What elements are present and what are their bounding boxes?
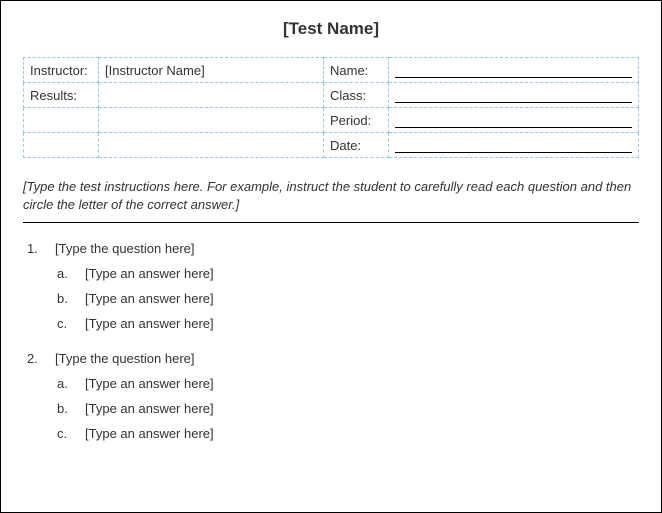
empty-cell	[24, 108, 99, 133]
answer-letter: c.	[57, 426, 85, 441]
empty-cell	[24, 133, 99, 158]
question-number: 2.	[27, 351, 55, 366]
period-label: Period:	[324, 108, 389, 133]
answer-text[interactable]: [Type an answer here]	[85, 401, 214, 416]
answer-letter: c.	[57, 316, 85, 331]
class-field[interactable]	[389, 83, 639, 108]
instructor-label: Instructor:	[24, 58, 99, 83]
answer-letter: a.	[57, 376, 85, 391]
question-text[interactable]: [Type the question here]	[55, 351, 639, 366]
class-label: Class:	[324, 83, 389, 108]
answer-text[interactable]: [Type an answer here]	[85, 316, 214, 331]
empty-cell	[99, 108, 324, 133]
question-number: 1.	[27, 241, 55, 256]
results-value[interactable]	[99, 83, 324, 108]
answer-letter: a.	[57, 266, 85, 281]
results-label: Results:	[24, 83, 99, 108]
answer-text[interactable]: [Type an answer here]	[85, 266, 214, 281]
answer-text[interactable]: [Type an answer here]	[85, 291, 214, 306]
question-block: 1. [Type the question here] a. [Type an …	[27, 241, 639, 331]
date-label: Date:	[324, 133, 389, 158]
instructor-value[interactable]: [Instructor Name]	[99, 58, 324, 83]
answer-letter: b.	[57, 291, 85, 306]
test-title[interactable]: [Test Name]	[23, 19, 639, 39]
answer-text[interactable]: [Type an answer here]	[85, 426, 214, 441]
answer-text[interactable]: [Type an answer here]	[85, 376, 214, 391]
info-table: Instructor: [Instructor Name] Name: Resu…	[23, 57, 639, 158]
period-field[interactable]	[389, 108, 639, 133]
date-field[interactable]	[389, 133, 639, 158]
questions-container: 1. [Type the question here] a. [Type an …	[23, 241, 639, 441]
name-field[interactable]	[389, 58, 639, 83]
question-block: 2. [Type the question here] a. [Type an …	[27, 351, 639, 441]
question-text[interactable]: [Type the question here]	[55, 241, 639, 256]
empty-cell	[99, 133, 324, 158]
name-label: Name:	[324, 58, 389, 83]
answer-letter: b.	[57, 401, 85, 416]
instructions-text[interactable]: [Type the test instructions here. For ex…	[23, 178, 639, 223]
